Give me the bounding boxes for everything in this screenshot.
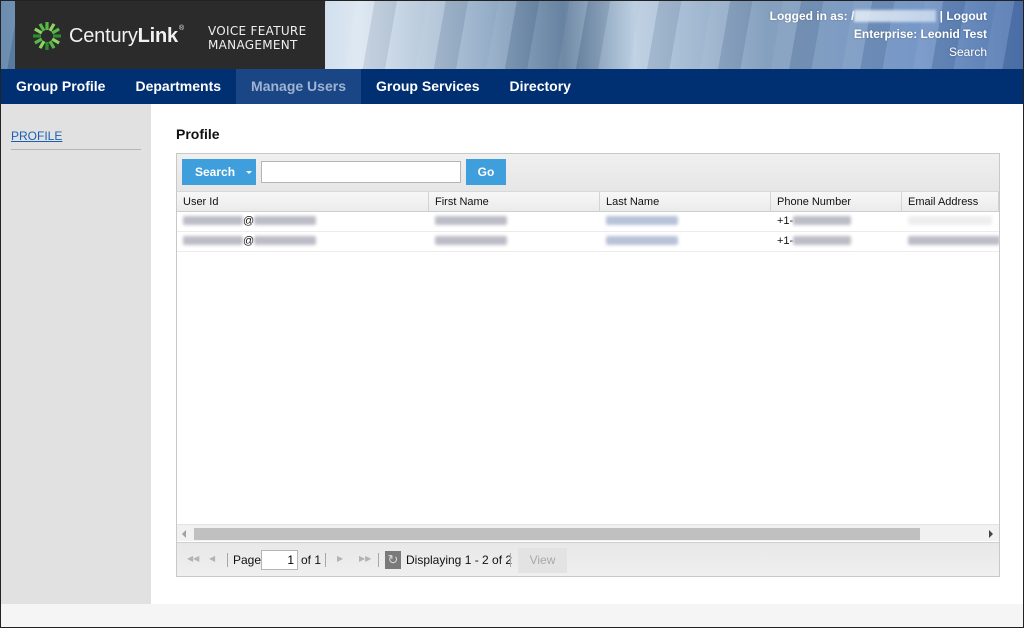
- enterprise-label: Enterprise: Leonid Test: [853, 27, 987, 41]
- nav-item-group-services[interactable]: Group Services: [361, 69, 495, 104]
- cell-last-name: [600, 232, 771, 251]
- scroll-right-icon[interactable]: [989, 530, 993, 538]
- search-input[interactable]: [261, 161, 461, 183]
- redacted-text: [606, 236, 678, 245]
- table-header: User Id First Name Last Name Phone Numbe…: [177, 192, 999, 212]
- redacted-text: [793, 236, 852, 245]
- column-header-last-name[interactable]: Last Name: [600, 192, 771, 211]
- search-button-label: Search: [195, 165, 236, 179]
- column-header-first-name[interactable]: First Name: [429, 192, 600, 211]
- search-dropdown-button[interactable]: Search: [182, 159, 256, 185]
- nav-item-manage-users[interactable]: Manage Users: [236, 69, 361, 104]
- header-search-link[interactable]: Search: [949, 45, 987, 59]
- previous-page-icon[interactable]: ◀: [209, 555, 215, 563]
- nav-item-group-profile[interactable]: Group Profile: [1, 69, 120, 104]
- user-id-at: @: [243, 215, 255, 227]
- cell-user-id: @: [177, 232, 429, 251]
- horizontal-scrollbar[interactable]: [177, 524, 999, 541]
- main-content: Profile Search Go User Id First Name Las…: [151, 104, 1023, 604]
- table-row[interactable]: @ +1-: [177, 232, 999, 252]
- pagination-toolbar: ◀◀ ◀ Page of 1 ▶ ▶▶ ↻ Displaying 1 - 2 o…: [177, 542, 999, 576]
- page-title: Profile: [176, 126, 220, 142]
- user-info: Logged in as: / | Logout Enterprise: Leo…: [770, 7, 987, 61]
- logged-in-label: Logged in as:: [769, 9, 851, 23]
- separator: |: [936, 9, 947, 23]
- cell-first-name: [429, 232, 600, 251]
- page-count-label: of 1: [301, 553, 322, 567]
- redacted-text: [908, 236, 999, 245]
- sidebar-item-profile[interactable]: PROFILE: [11, 129, 62, 143]
- view-button[interactable]: View: [518, 548, 567, 573]
- redacted-text: [435, 216, 507, 225]
- table-row[interactable]: @ +1-: [177, 212, 999, 232]
- refresh-icon[interactable]: ↻: [385, 551, 401, 569]
- table-body: @ +1- @ +1-: [177, 212, 999, 527]
- header-banner: CenturyLink® VOICE FEATURE MANAGEMENT Lo…: [1, 1, 1023, 69]
- redacted-text: [606, 216, 678, 225]
- redacted-text: [435, 236, 507, 245]
- go-button[interactable]: Go: [466, 159, 506, 185]
- cell-phone-number: +1-: [771, 232, 902, 251]
- pager-separator: [378, 553, 379, 567]
- brand-logo-text: CenturyLink®: [69, 25, 184, 47]
- cell-last-name: [600, 212, 771, 231]
- phone-prefix: +1-: [777, 215, 794, 227]
- cell-user-id: @: [177, 212, 429, 231]
- product-name-line-1: VOICE FEATURE: [208, 24, 307, 38]
- product-name-line-2: MANAGEMENT: [208, 38, 298, 52]
- centurylink-logo-icon: [33, 22, 61, 50]
- sidebar: PROFILE: [1, 104, 151, 604]
- grid-toolbar: Search Go: [177, 154, 999, 192]
- cell-email-address: [902, 232, 999, 251]
- phone-prefix: +1-: [777, 235, 794, 247]
- redacted-text: [908, 216, 992, 225]
- scrollbar-thumb[interactable]: [194, 528, 920, 540]
- pager-separator: [227, 553, 228, 567]
- nav-item-departments[interactable]: Departments: [120, 69, 236, 104]
- pager-separator: [510, 553, 511, 567]
- column-header-email-address[interactable]: Email Address: [902, 192, 999, 211]
- main-nav: Group Profile Departments Manage Users G…: [1, 69, 1023, 104]
- redacted-username: [854, 10, 937, 22]
- pager-separator: [325, 553, 326, 567]
- user-id-at: @: [243, 235, 255, 247]
- column-header-user-id[interactable]: User Id: [177, 192, 429, 211]
- product-name: VOICE FEATURE MANAGEMENT: [208, 24, 306, 52]
- nav-item-directory[interactable]: Directory: [494, 69, 585, 104]
- redacted-text: [254, 236, 317, 245]
- redacted-text: [254, 216, 317, 225]
- next-page-icon[interactable]: ▶: [337, 555, 343, 563]
- logout-link[interactable]: Logout: [946, 9, 987, 23]
- last-page-icon[interactable]: ▶▶: [359, 555, 371, 563]
- sidebar-divider: [11, 149, 141, 150]
- chevron-down-icon: [246, 171, 252, 174]
- display-count: Displaying 1 - 2 of 2: [406, 553, 513, 567]
- users-grid: Search Go User Id First Name Last Name P…: [176, 153, 1000, 577]
- logged-in-line: Logged in as: / | Logout: [770, 7, 987, 25]
- page-number-input[interactable]: [261, 550, 298, 570]
- redacted-text: [183, 216, 243, 225]
- column-header-phone-number[interactable]: Phone Number: [771, 192, 902, 211]
- first-page-icon[interactable]: ◀◀: [187, 555, 199, 563]
- cell-first-name: [429, 212, 600, 231]
- brand-box: CenturyLink® VOICE FEATURE MANAGEMENT: [15, 1, 325, 69]
- cell-email-address: [902, 212, 999, 231]
- page-label: Page: [233, 553, 262, 567]
- cell-phone-number: +1-: [771, 212, 902, 231]
- redacted-text: [793, 216, 852, 225]
- scroll-left-icon[interactable]: [182, 530, 186, 538]
- redacted-text: [183, 236, 243, 245]
